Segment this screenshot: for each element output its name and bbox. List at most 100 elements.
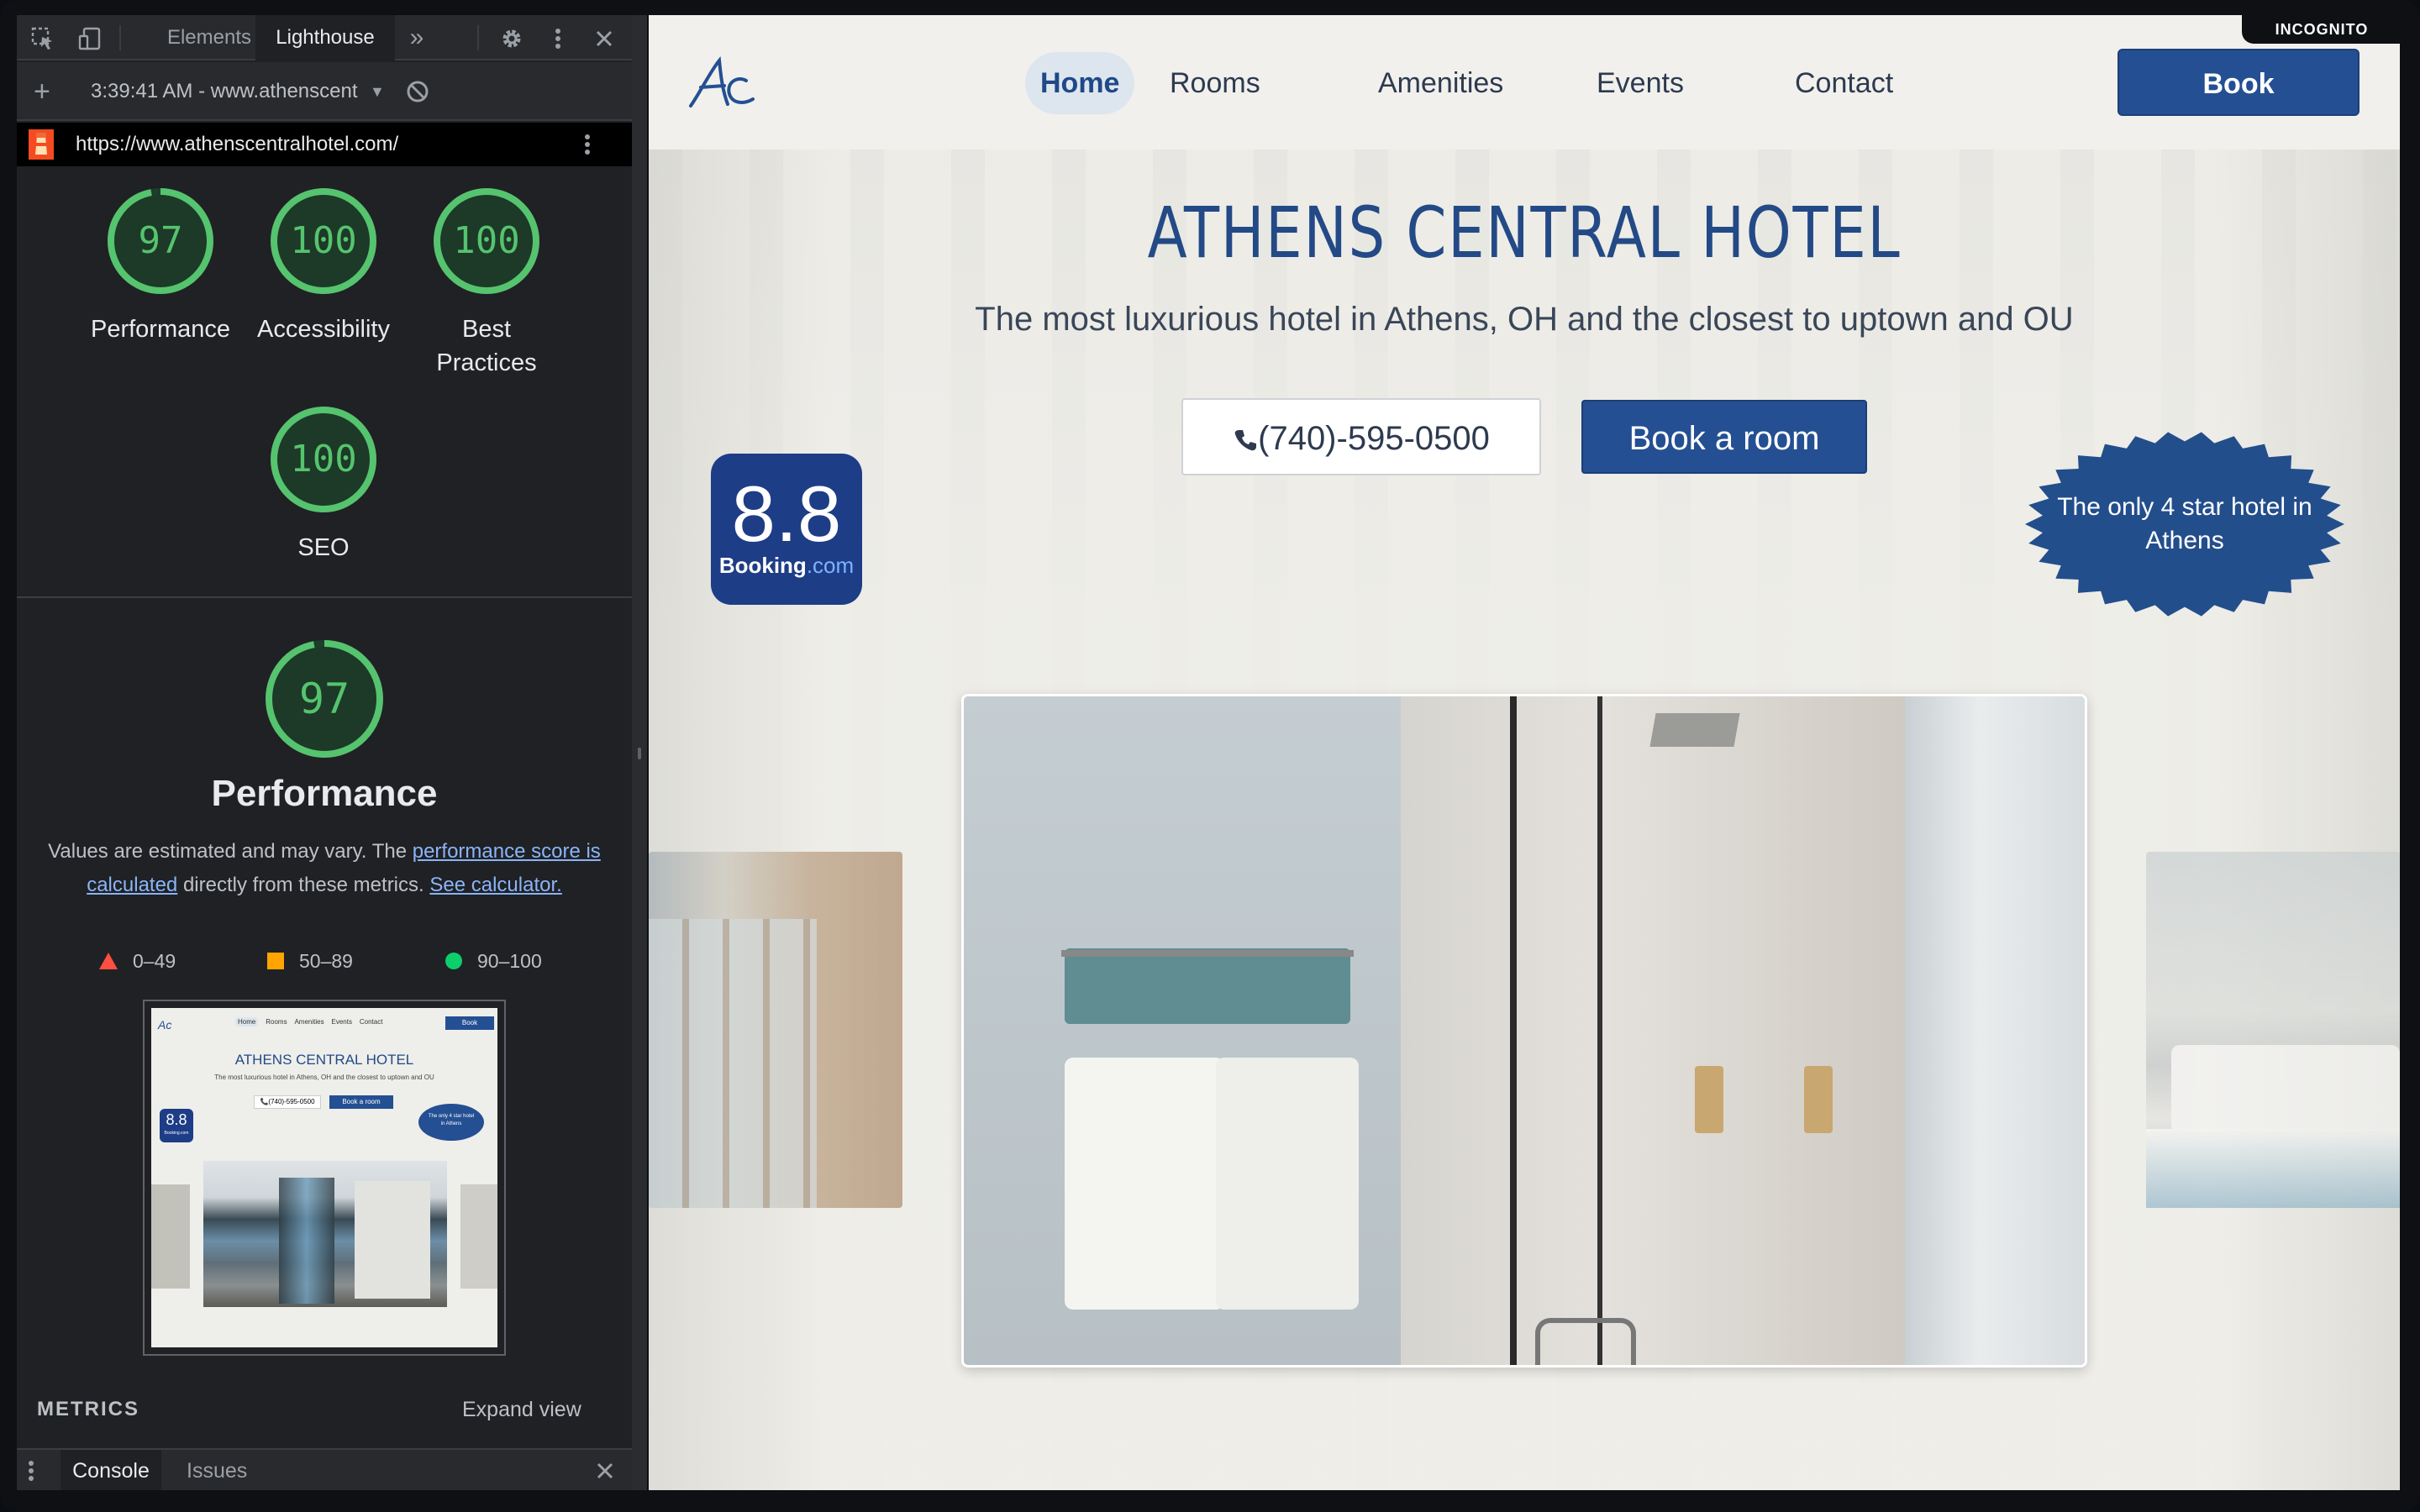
report-selector[interactable]: 3:39:41 AM - www.athenscent (91, 62, 393, 121)
performance-detail-gauge: 97 (264, 638, 385, 759)
performance-description: Values are estimated and may vary. The p… (42, 835, 607, 902)
booking-rating-badge[interactable]: 8.8 Booking.com (711, 454, 862, 605)
call-phone-button[interactable]: (740)-595-0500 (1181, 398, 1541, 475)
hotel-logo-icon[interactable] (686, 52, 761, 119)
clear-reports-icon[interactable] (405, 79, 430, 108)
thumb-nav: Home Rooms Amenities Events Contact (235, 1017, 383, 1026)
shower-door-frame-2 (1597, 696, 1602, 1365)
shower-door-frame (1510, 696, 1517, 1365)
performance-detail-score: 97 (298, 675, 350, 723)
soap-dispenser (1695, 1066, 1723, 1133)
devtools-panel: Elements Lighthouse » + 3:39:41 AM - www… (17, 15, 632, 1490)
bed-pillows-detail (2171, 1045, 2400, 1137)
white-towel-left (1065, 1058, 1224, 1310)
soap-dispenser-2 (1804, 1066, 1833, 1133)
lighthouse-logo-icon (29, 129, 54, 164)
rain-shower-head (1649, 713, 1740, 747)
device-toolbar-icon[interactable] (71, 15, 109, 60)
performance-score: 97 (138, 219, 183, 262)
report-dropdown-chevron-icon[interactable]: ▼ (370, 62, 385, 121)
nav-amenities[interactable]: Amenities (1363, 52, 1518, 114)
four-star-text: The only 4 star hotel in Athens (2057, 493, 2312, 554)
teal-towel (1065, 948, 1350, 1024)
more-options-icon[interactable] (541, 15, 575, 60)
inspect-element-icon[interactable] (24, 15, 62, 60)
booking-brand-name: Booking (718, 553, 807, 578)
audited-url-bar: https://www.athenscentralhotel.com/ (17, 123, 632, 166)
photo-shower-tiles (1401, 696, 1905, 1365)
devtools-drawer: Console Issues (17, 1448, 632, 1490)
thumb-phone-button: 📞(740)-595-0500 (254, 1095, 321, 1109)
thumb-subtitle: The most luxurious hotel in Athens, OH a… (214, 1074, 434, 1081)
drawer-tab-console[interactable]: Console (60, 1450, 161, 1490)
splitter-handle[interactable] (638, 748, 641, 759)
close-drawer-icon[interactable] (595, 1461, 615, 1485)
carousel-next-slide[interactable] (2146, 852, 2400, 1208)
best-practices-score: 100 (453, 219, 520, 262)
thumb-badge-score: 8.8 (166, 1111, 187, 1128)
fail-triangle-icon (99, 953, 118, 969)
nav-events[interactable]: Events (1581, 52, 1699, 114)
thumb-left-slide (151, 1184, 190, 1289)
best-practices-score-gauge[interactable]: 100 (432, 186, 541, 296)
accessibility-label: Accessibility (257, 316, 390, 343)
thumb-logo-icon: Ac (158, 1018, 172, 1032)
url-menu-icon[interactable] (583, 132, 592, 161)
pass-circle-icon (445, 953, 462, 969)
description-text: Values are estimated and may vary. The (48, 840, 413, 863)
thumb-nav-events: Events (331, 1018, 352, 1026)
hero-subtitle: The most luxurious hotel in Athens, OH a… (975, 301, 2074, 338)
tab-lighthouse[interactable]: Lighthouse (255, 15, 395, 60)
section-divider (17, 596, 632, 598)
seo-score: 100 (290, 438, 357, 480)
hero-title: ATHENS CENTRAL HOTEL (1147, 192, 1902, 274)
toolbar-divider (119, 25, 121, 50)
door-handle (1535, 1318, 1636, 1365)
thumb-nav-amenities: Amenities (294, 1018, 324, 1026)
thumb-nav-contact: Contact (359, 1018, 383, 1026)
thumb-badge-brand: Booking.com (164, 1131, 189, 1136)
towel-rack (1061, 950, 1354, 957)
nav-book-button[interactable]: Book (2118, 49, 2360, 116)
nav-rooms[interactable]: Rooms (1155, 52, 1276, 114)
nav-contact[interactable]: Contact (1780, 52, 1908, 114)
page-screenshot-thumbnail[interactable]: Ac Home Rooms Amenities Events Contact B… (143, 1000, 506, 1356)
devtools-tabbar: Elements Lighthouse » (17, 15, 632, 60)
best-practices-label: Best Practices (436, 316, 537, 376)
expand-view-button[interactable]: Expand view (462, 1398, 581, 1422)
new-report-plus-icon[interactable]: + (34, 62, 50, 121)
nav-home[interactable]: Home (1025, 52, 1135, 114)
lighthouse-toolbar: + 3:39:41 AM - www.athenscent ▼ (17, 62, 632, 121)
thumb-building-wall (355, 1181, 430, 1299)
performance-label: Performance (90, 316, 230, 343)
thumb-hotel-photo (203, 1161, 447, 1307)
carousel-main-photo[interactable] (961, 694, 2087, 1368)
more-tabs-button[interactable]: » (400, 15, 434, 60)
legend-average: 50–89 (267, 946, 353, 976)
seo-score-gauge[interactable]: 100 (269, 405, 378, 514)
thumb-title: ATHENS CENTRAL HOTEL (234, 1052, 414, 1068)
bg-left-building (649, 150, 834, 1490)
bed-sheet-detail (2146, 1129, 2400, 1208)
close-devtools-icon[interactable] (585, 15, 623, 60)
seo-label: SEO (297, 534, 350, 561)
see-calculator-link[interactable]: See calculator. (429, 874, 561, 896)
description-text: directly from these metrics. (177, 874, 430, 896)
phone-icon (1233, 420, 1258, 457)
panel-splitter[interactable] (632, 15, 647, 1490)
photo-wall-right (1905, 696, 2085, 1365)
audited-url: https://www.athenscentralhotel.com/ (76, 133, 399, 155)
performance-score-gauge[interactable]: 97 (106, 186, 215, 296)
drawer-tab-issues[interactable]: Issues (187, 1450, 247, 1490)
booking-brand: Booking.com (711, 553, 862, 579)
legend-average-label: 50–89 (299, 950, 353, 972)
bg-right-building (2212, 150, 2400, 1490)
settings-gear-icon[interactable] (492, 15, 531, 60)
thumbnail-page: Ac Home Rooms Amenities Events Contact B… (151, 1008, 497, 1347)
carousel-prev-slide[interactable] (649, 852, 902, 1208)
drawer-menu-icon[interactable] (27, 1458, 35, 1488)
book-a-room-button[interactable]: Book a room (1581, 400, 1867, 474)
thumb-booking-badge: 8.8 Booking.com (160, 1109, 193, 1142)
accessibility-score-gauge[interactable]: 100 (269, 186, 378, 296)
thumb-star-badge: The only 4 star hotel in Athens (418, 1104, 484, 1141)
